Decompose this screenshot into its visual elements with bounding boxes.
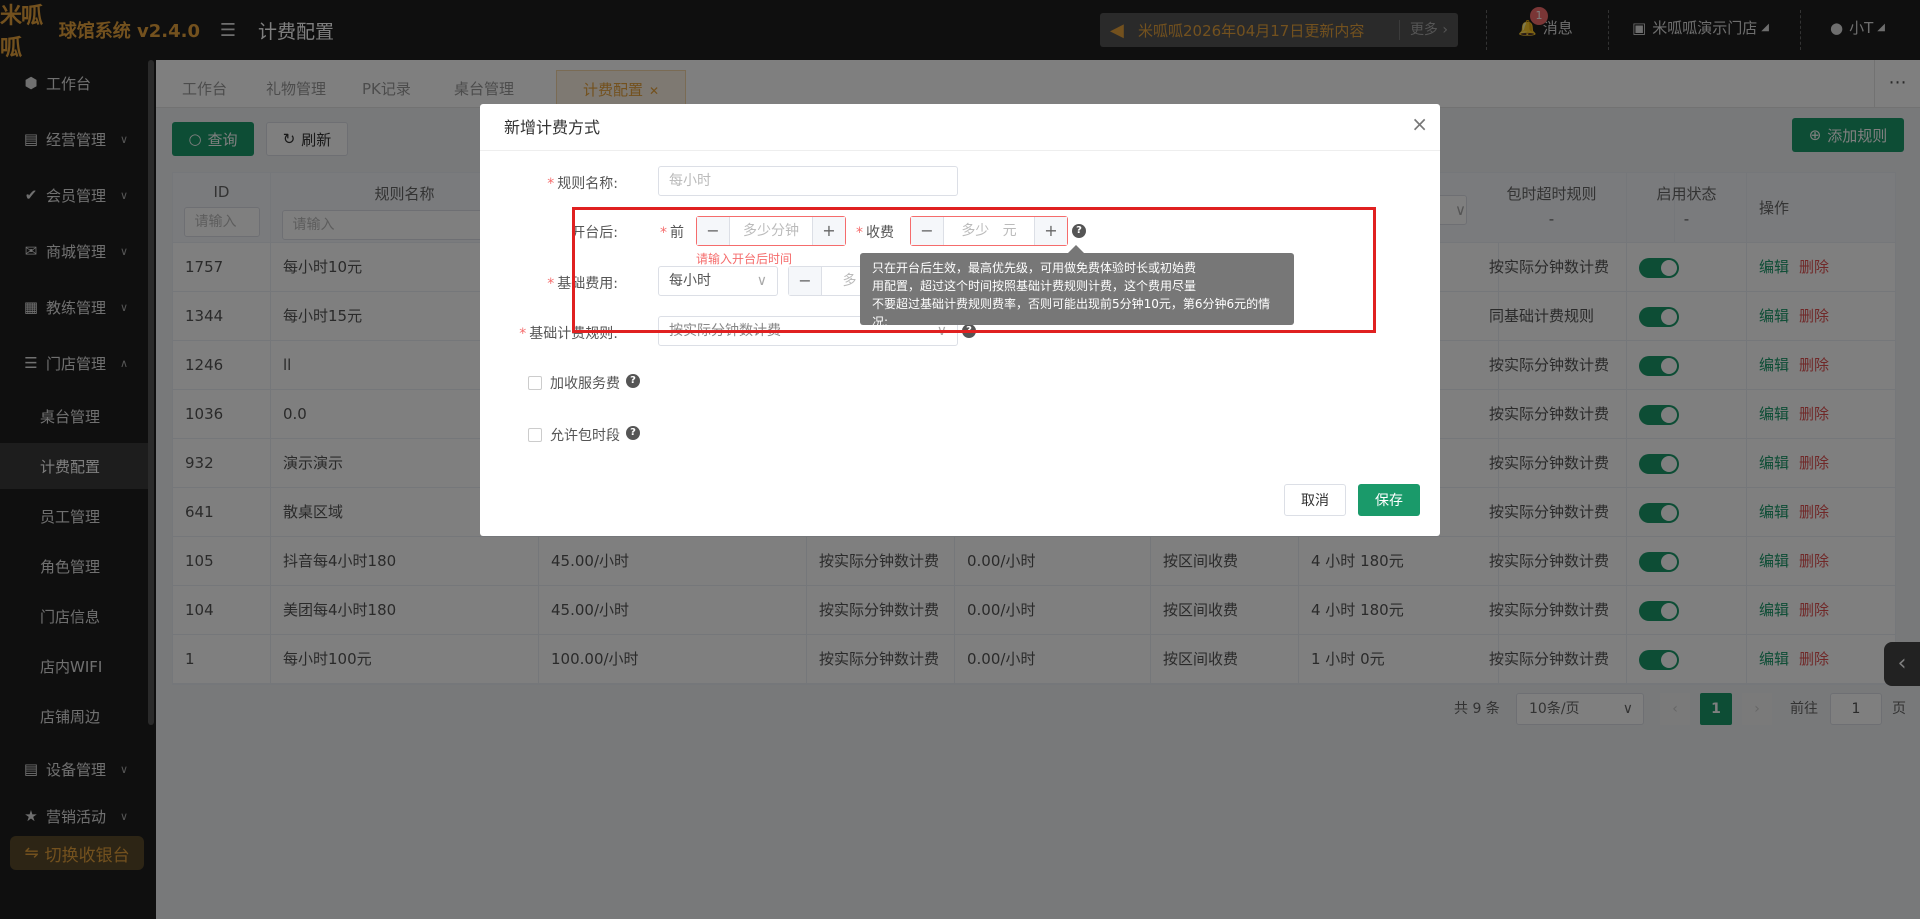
- service-fee-checkbox[interactable]: [528, 376, 542, 390]
- dialog-divider: [480, 150, 1440, 151]
- close-icon[interactable]: ×: [1411, 112, 1428, 136]
- help-icon[interactable]: ?: [626, 426, 640, 440]
- service-fee-label[interactable]: 加收服务费: [550, 373, 620, 393]
- help-icon[interactable]: ?: [626, 374, 640, 388]
- allow-package-checkbox[interactable]: [528, 428, 542, 442]
- rule-name-input[interactable]: 每小时: [658, 166, 958, 196]
- help-tooltip: 只在开台后生效，最高优先级，可用做免费体验时长或初始费 用配置，超过这个时间按照…: [860, 253, 1294, 329]
- dialog-title: 新增计费方式: [504, 118, 601, 137]
- save-button[interactable]: 保存: [1358, 484, 1420, 516]
- cancel-button[interactable]: 取消: [1284, 484, 1346, 516]
- tooltip-arrow: [1068, 245, 1084, 253]
- allow-package-label[interactable]: 允许包时段: [550, 425, 620, 445]
- rule-name-label: * 规则名称:: [547, 176, 618, 192]
